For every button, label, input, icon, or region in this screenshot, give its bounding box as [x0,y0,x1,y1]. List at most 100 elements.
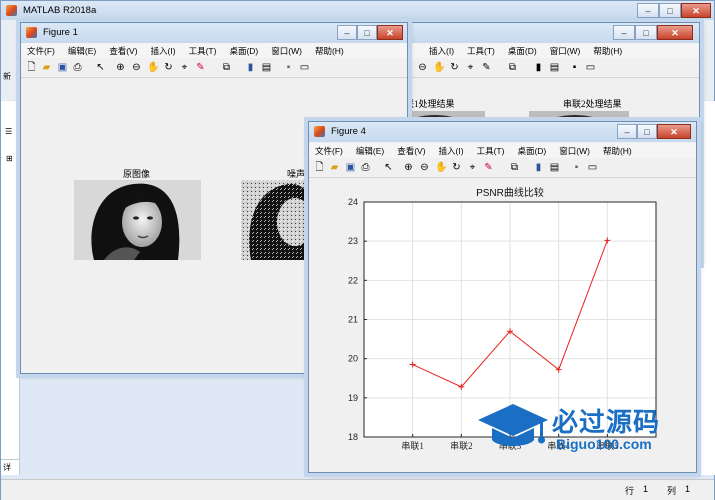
minimize-button[interactable]: – [637,3,659,18]
figure4-menu-tools[interactable]: 工具(T) [477,145,505,157]
figure-back-maximize-button[interactable]: □ [635,25,657,40]
brush-icon[interactable]: ✎ [481,62,492,73]
figure4-close-button[interactable]: ✕ [657,124,691,139]
figure4-titlebar: Figure 4 – □ ✕ [309,122,696,142]
new-file-icon[interactable]: 🗋 [314,162,325,173]
collapse-icon[interactable]: ☰ [5,127,12,136]
figure1-menu-edit[interactable]: 编辑(E) [68,45,96,57]
figure4-title: Figure 4 [331,126,366,137]
zoom-out-icon[interactable]: ⊖ [131,62,142,73]
zoom-in-icon[interactable]: ⊕ [115,62,126,73]
matlab-logo-icon [6,5,17,16]
hide-tools-icon[interactable]: ▪ [571,162,582,173]
legend-icon[interactable]: ▤ [549,162,560,173]
colorbar-icon[interactable]: ▮ [533,62,544,73]
x-tick-label: 串联2 [450,441,473,451]
link-plot-icon[interactable]: ⧉ [221,62,232,73]
figure-back-titlebar: – □ ✕ [397,23,699,43]
figure4-menu-help[interactable]: 帮助(H) [603,145,632,157]
figure-back-close-button[interactable]: ✕ [657,25,693,40]
figure1-menu-file[interactable]: 文件(F) [27,45,55,57]
status-bar: 行 1 列 1 [1,479,714,500]
left-fragment-1: 新 [3,72,11,81]
open-folder-icon[interactable]: ▰ [41,62,52,73]
save-icon[interactable]: ▣ [57,62,68,73]
figure4-menu-edit[interactable]: 编辑(E) [356,145,384,157]
print-icon[interactable]: ⎙ [72,62,83,73]
link-plot-icon[interactable]: ⧉ [507,62,518,73]
dock-icon[interactable]: ▭ [587,162,598,173]
detail-strip: 详 [1,459,19,474]
dock-icon[interactable]: ▭ [299,62,310,73]
figure1-menu-help[interactable]: 帮助(H) [315,45,344,57]
figure1-menu-desktop[interactable]: 桌面(D) [229,45,258,57]
figure-back-subplot-title-1: 联1处理结果 [405,99,455,109]
pointer-icon[interactable]: ↖ [383,162,394,173]
save-icon[interactable]: ▣ [345,162,356,173]
figure-back-toolbar: ⊕ ⊖ ✋ ↻ ⌖ ✎ ⧉ ▮ ▤ ▪ ▭ [397,59,699,78]
figure4-menu-file[interactable]: 文件(F) [315,145,343,157]
chart-title: PSNR曲线比较 [476,186,544,199]
link-plot-icon[interactable]: ⧉ [509,162,520,173]
y-tick-label: 20 [348,354,358,364]
data-cursor-icon[interactable]: ⌖ [467,162,478,173]
legend-icon[interactable]: ▤ [261,62,272,73]
figure4-menu-insert[interactable]: 插入(I) [439,145,464,157]
y-tick-label: 19 [348,393,358,403]
print-icon[interactable]: ⎙ [360,162,371,173]
data-cursor-icon[interactable]: ⌖ [179,62,190,73]
new-file-icon[interactable]: 🗋 [26,62,37,73]
figure-back-minimize-button[interactable]: – [613,25,635,40]
maximize-button[interactable]: □ [659,3,681,18]
watermark-site: Biguo100.com [556,436,652,452]
pan-icon[interactable]: ✋ [433,62,445,73]
figure1-minimize-button[interactable]: – [337,25,357,40]
y-tick-label: 22 [348,275,358,285]
figure4-menu-desktop[interactable]: 桌面(D) [517,145,546,157]
hide-tools-icon[interactable]: ▪ [283,62,294,73]
figure1-close-button[interactable]: ✕ [377,25,403,40]
rotate-icon[interactable]: ↻ [449,62,460,73]
brush-icon[interactable]: ✎ [195,62,206,73]
zoom-out-icon[interactable]: ⊖ [419,162,430,173]
figure1-subplot-title-noise: 噪声 [287,169,306,179]
colorbar-icon[interactable]: ▮ [533,162,544,173]
figure1-noise-image [241,180,305,260]
colorbar-icon[interactable]: ▮ [245,62,256,73]
x-tick-label: 串联1 [401,441,424,451]
figure1-menu-window[interactable]: 窗口(W) [271,45,302,57]
rotate-icon[interactable]: ↻ [163,62,174,73]
figure1-maximize-button[interactable]: □ [357,25,377,40]
figure4-minimize-button[interactable]: – [617,124,637,139]
rotate-icon[interactable]: ↻ [451,162,462,173]
workspace-panel [698,101,715,475]
open-folder-icon[interactable]: ▰ [329,162,340,173]
figure1-menu-insert[interactable]: 插入(I) [151,45,176,57]
data-cursor-icon[interactable]: ⌖ [465,62,476,73]
matlab-title: MATLAB R2018a [23,5,97,16]
figure1-menubar: 文件(F) 编辑(E) 查看(V) 插入(I) 工具(T) 桌面(D) 窗口(W… [21,43,407,58]
figure-back-menu-help[interactable]: 帮助(H) [593,45,622,57]
dock-icon[interactable]: ▭ [585,62,596,73]
close-button[interactable]: ✕ [681,3,711,18]
zoom-out-icon[interactable]: ⊖ [417,62,428,73]
figure1-menu-view[interactable]: 查看(V) [109,45,137,57]
figure-back-menu-window[interactable]: 窗口(W) [550,45,581,57]
pointer-icon[interactable]: ↖ [95,62,106,73]
hide-tools-icon[interactable]: ▪ [569,62,580,73]
figure4-menu-window[interactable]: 窗口(W) [559,145,590,157]
pan-icon[interactable]: ✋ [147,62,159,73]
figure1-titlebar: Figure 1 – □ ✕ [21,23,407,43]
figure-back-menu-tools[interactable]: 工具(T) [467,45,495,57]
y-tick-label: 18 [348,432,358,442]
brush-icon[interactable]: ✎ [483,162,494,173]
figure4-menu-view[interactable]: 查看(V) [397,145,425,157]
figure1-menu-tools[interactable]: 工具(T) [189,45,217,57]
figure-back-menu-insert[interactable]: 插入(I) [429,45,454,57]
expand-icon[interactable]: ⊞ [6,154,13,163]
zoom-in-icon[interactable]: ⊕ [403,162,414,173]
figure-back-menu-desktop[interactable]: 桌面(D) [508,45,537,57]
legend-icon[interactable]: ▤ [549,62,560,73]
figure4-maximize-button[interactable]: □ [637,124,657,139]
pan-icon[interactable]: ✋ [435,162,447,173]
